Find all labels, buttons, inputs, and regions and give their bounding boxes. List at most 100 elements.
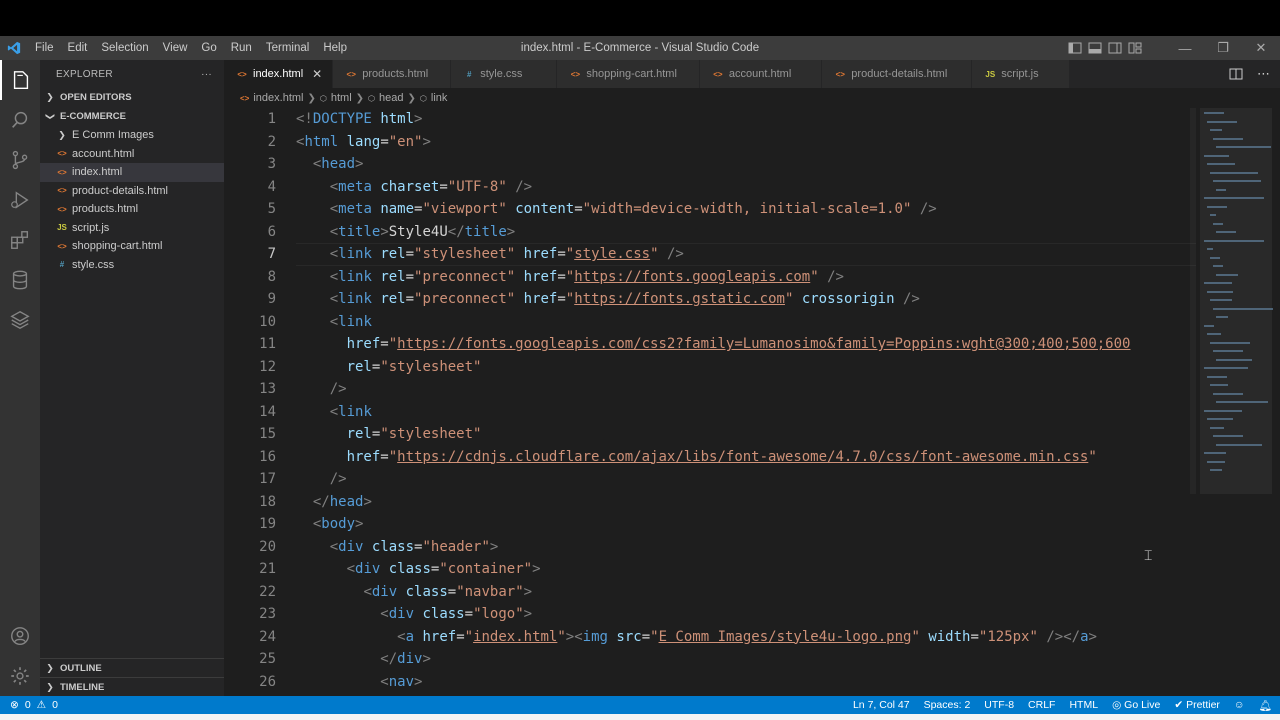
code-line: <title>Style4U</title> <box>329 223 516 240</box>
html-file-icon: <> <box>835 69 845 79</box>
chevron-right-icon: ❯ <box>355 92 365 104</box>
line-number: 25 <box>259 651 276 667</box>
breadcrumb-item[interactable]: link <box>431 92 448 104</box>
outline-section[interactable]: ❯ OUTLINE <box>40 658 224 677</box>
line-number: 15 <box>259 426 276 442</box>
customize-layout-icon[interactable] <box>1128 41 1142 55</box>
file-label: style.css <box>72 258 115 271</box>
minimap-line <box>1204 197 1264 199</box>
prettier-button[interactable]: ✔ Prettier <box>1174 699 1220 711</box>
layers-icon[interactable] <box>0 300 40 340</box>
code-line: <link <box>329 403 372 420</box>
file-script-js[interactable]: JS script.js <box>40 219 224 238</box>
html-file-icon: <> <box>57 204 67 214</box>
go-live-button[interactable]: ◎ Go Live <box>1112 699 1160 711</box>
minimap-line <box>1204 112 1224 114</box>
split-editor-icon[interactable] <box>1229 67 1243 81</box>
html-file-icon: <> <box>713 69 723 79</box>
status-left: ⊗ 0 ⚠ 0 <box>0 699 58 711</box>
more-actions-icon[interactable]: ··· <box>201 69 212 80</box>
code-line: <div class="logo"> <box>380 606 533 622</box>
project-section[interactable]: ❯ E-COMMERCE <box>40 107 224 126</box>
tab-style-css[interactable]: # style.css <box>451 60 558 88</box>
file-label: index.html <box>72 166 123 179</box>
menu-run[interactable]: Run <box>224 36 259 60</box>
line-ending[interactable]: CRLF <box>1028 699 1055 711</box>
menu-edit[interactable]: Edit <box>61 36 95 60</box>
folder-e-comm-images[interactable]: ❯ E Comm Images <box>40 126 224 145</box>
database-icon[interactable] <box>0 260 40 300</box>
warning-count[interactable]: 0 <box>52 699 58 711</box>
chevron-right-icon: ❯ <box>407 92 416 104</box>
tab-shopping-cart-html[interactable]: <> shopping-cart.html <box>557 60 700 88</box>
menu-help[interactable]: Help <box>316 36 354 60</box>
file-label: script.js <box>72 221 110 234</box>
notifications-bell-icon[interactable]: 🔔︎ <box>1259 699 1272 712</box>
file-products-html[interactable]: <> products.html <box>40 200 224 219</box>
error-icon[interactable]: ⊗ <box>10 699 19 711</box>
close-window-icon[interactable]: ✕ <box>1242 36 1280 60</box>
line-number: 11 <box>259 336 276 352</box>
menu-terminal[interactable]: Terminal <box>259 36 316 60</box>
menu-file[interactable]: File <box>28 36 61 60</box>
minimap-line <box>1207 333 1221 335</box>
line-number: 6 <box>267 223 276 240</box>
encoding[interactable]: UTF-8 <box>984 699 1014 711</box>
code-editor[interactable]: 1 2 3 4 5 6 7 8 9 10 11 12 13 14 15 16 1… <box>224 108 1280 696</box>
search-icon[interactable] <box>0 100 40 140</box>
line-number: 5 <box>267 201 276 217</box>
tab-script-js[interactable]: JS script.js <box>972 60 1070 88</box>
close-tab-icon[interactable]: ✕ <box>312 67 322 81</box>
css-file-icon: # <box>59 260 65 270</box>
breadcrumb-item[interactable]: html <box>331 92 352 104</box>
file-shopping-cart-html[interactable]: <> shopping-cart.html <box>40 237 224 256</box>
minimize-icon[interactable]: — <box>1166 36 1204 60</box>
element-tag-icon: ⬡ <box>368 93 376 103</box>
more-actions-icon[interactable]: ⋯ <box>1257 66 1270 82</box>
minimap-line <box>1207 418 1233 420</box>
breadcrumb-item[interactable]: head <box>379 92 403 104</box>
gear-icon[interactable] <box>0 656 40 696</box>
code-line: <div class="header"> <box>329 538 499 555</box>
line-number: 26 <box>259 673 276 690</box>
toggle-panel-icon[interactable] <box>1088 41 1102 55</box>
line-number: 14 <box>259 403 276 420</box>
extensions-icon[interactable] <box>0 220 40 260</box>
file-product-details-html[interactable]: <> product-details.html <box>40 182 224 201</box>
menu-go[interactable]: Go <box>194 36 223 60</box>
run-debug-icon[interactable] <box>0 180 40 220</box>
line-number: 18 <box>259 493 276 510</box>
feedback-icon[interactable]: ☺ <box>1234 699 1245 711</box>
tab-account-html[interactable]: <> account.html <box>699 60 823 88</box>
tab-products-html[interactable]: <> products.html <box>333 60 452 88</box>
minimap[interactable] <box>1196 108 1280 696</box>
breadcrumb-item[interactable]: index.html <box>253 92 303 104</box>
minimap-line <box>1210 171 1258 174</box>
minimap-line <box>1210 341 1250 344</box>
timeline-section[interactable]: ❯ TIMELINE <box>40 677 224 696</box>
minimap-line <box>1216 188 1226 191</box>
open-editors-section[interactable]: ❯ OPEN EDITORS <box>40 88 224 107</box>
file-index-html[interactable]: <> index.html <box>40 163 224 182</box>
minimap-line <box>1213 435 1243 437</box>
menu-selection[interactable]: Selection <box>94 36 155 60</box>
file-label: products.html <box>72 203 139 216</box>
restore-icon[interactable]: ❐ <box>1204 36 1242 60</box>
file-style-css[interactable]: # style.css <box>40 256 224 275</box>
menu-view[interactable]: View <box>156 36 195 60</box>
minimap-line <box>1213 180 1261 182</box>
toggle-sidebar-icon[interactable] <box>1068 41 1082 55</box>
code-line: <!DOCTYPE html> <box>296 111 423 127</box>
explorer-icon[interactable] <box>0 60 40 100</box>
error-count[interactable]: 0 <box>25 699 31 711</box>
indentation[interactable]: Spaces: 2 <box>924 699 971 711</box>
file-account-html[interactable]: <> account.html <box>40 145 224 164</box>
source-control-icon[interactable] <box>0 140 40 180</box>
toggle-secondary-sidebar-icon[interactable] <box>1108 41 1122 55</box>
tab-index-html[interactable]: <> index.html ✕ <box>224 60 334 88</box>
cursor-position[interactable]: Ln 7, Col 47 <box>853 699 910 711</box>
language-mode[interactable]: HTML <box>1069 699 1098 711</box>
account-icon[interactable] <box>0 616 40 656</box>
tab-product-details-html[interactable]: <> product-details.html <box>822 60 973 88</box>
warning-icon[interactable]: ⚠ <box>37 699 46 711</box>
